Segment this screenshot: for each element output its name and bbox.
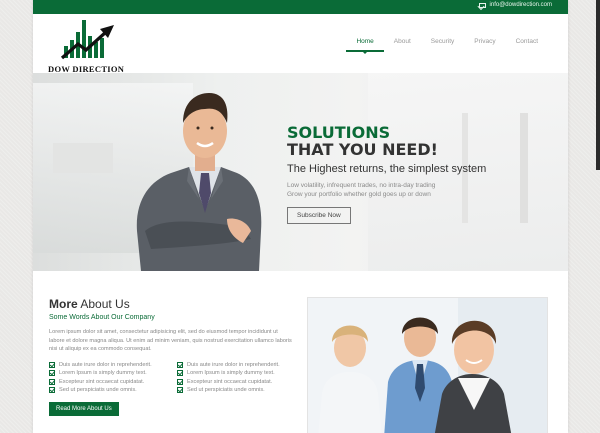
read-more-button[interactable]: Read More About Us bbox=[49, 402, 119, 416]
list-item-text: Lorem Ipsum is simply dummy text. bbox=[187, 370, 275, 376]
nav-contact[interactable]: Contact bbox=[506, 38, 548, 58]
nav-about[interactable]: About bbox=[384, 38, 421, 58]
checkbox-icon bbox=[177, 361, 183, 368]
businessman-photo bbox=[136, 93, 262, 271]
nav-privacy[interactable]: Privacy bbox=[464, 38, 505, 58]
header: DOW DIRECTION Home About Security Privac… bbox=[33, 14, 568, 74]
list-item: Excepteur sint occaecat cupidatat. bbox=[177, 378, 297, 385]
feature-checklist: Duis aute irure dolor in reprehenderit. … bbox=[49, 361, 297, 393]
team-photo bbox=[307, 297, 548, 433]
list-item: Duis aute irure dolor in reprehenderit. bbox=[49, 361, 177, 368]
list-item: Excepteur sint occaecat cupidatat. bbox=[49, 378, 177, 385]
checkbox-icon bbox=[49, 387, 55, 393]
list-item-text: Duis aute irure dolor in reprehenderit. bbox=[187, 361, 280, 368]
hero-text: SOLUTIONS THAT YOU NEED! The Highest ret… bbox=[287, 125, 557, 224]
checkbox-icon bbox=[49, 370, 55, 376]
email-text: info@dowdirection.com bbox=[489, 2, 552, 8]
list-item-text: Sed ut perspiciatis unde omnis. bbox=[187, 387, 265, 393]
checkbox-icon bbox=[49, 361, 55, 368]
list-item: Lorem Ipsum is simply dummy text. bbox=[177, 370, 297, 376]
envelope-icon bbox=[478, 2, 486, 8]
about-title-bold: More bbox=[49, 297, 78, 311]
email-link[interactable]: info@dowdirection.com bbox=[478, 2, 552, 8]
nav-security[interactable]: Security bbox=[421, 38, 464, 58]
nav-home[interactable]: Home bbox=[346, 38, 385, 58]
hero-subtitle: The Highest returns, the simplest system bbox=[287, 163, 487, 175]
scrollbar[interactable] bbox=[596, 0, 600, 170]
checkbox-icon bbox=[177, 370, 183, 376]
about-subtitle: Some Words About Our Company bbox=[49, 314, 155, 321]
about-title: More About Us bbox=[49, 297, 294, 311]
checkbox-icon bbox=[177, 378, 183, 385]
website: info@dowdirection.com DOW DIRECTION Home… bbox=[33, 0, 568, 433]
about-content: More About Us Some Words About Our Compa… bbox=[49, 297, 294, 416]
list-item-text: Excepteur sint occaecat cupidatat. bbox=[187, 378, 273, 385]
subscribe-button[interactable]: Subscribe Now bbox=[287, 207, 351, 224]
hero-heading-dark: THAT YOU NEED! bbox=[287, 140, 438, 159]
about-section: More About Us Some Words About Our Compa… bbox=[33, 271, 568, 433]
hero-bg-blur bbox=[53, 143, 113, 173]
team-photo-image bbox=[308, 298, 547, 433]
checkbox-icon bbox=[49, 378, 55, 385]
list-item-text: Lorem Ipsum is simply dummy text. bbox=[59, 370, 147, 376]
hero-heading-green: SOLUTIONS bbox=[287, 123, 391, 142]
logo-chart-icon bbox=[60, 20, 114, 60]
logo[interactable]: DOW DIRECTION bbox=[48, 18, 133, 74]
hero-banner: SOLUTIONS THAT YOU NEED! The Highest ret… bbox=[33, 73, 568, 271]
hero-description: Grow your portfolio whether gold goes up… bbox=[287, 191, 431, 198]
list-item: Duis aute irure dolor in reprehenderit. bbox=[177, 361, 297, 368]
about-body: Lorem ipsum dolor sit amet, consectetur … bbox=[49, 329, 292, 352]
main-nav: Home About Security Privacy Contact bbox=[346, 38, 548, 58]
hero-description: Low volatility, infrequent trades, no in… bbox=[287, 182, 436, 189]
list-item-text: Duis aute irure dolor in reprehenderit. bbox=[59, 361, 152, 368]
list-item-text: Sed ut perspiciatis unde omnis. bbox=[59, 387, 137, 393]
list-item: Lorem Ipsum is simply dummy text. bbox=[49, 370, 177, 376]
top-bar: info@dowdirection.com bbox=[33, 0, 568, 14]
list-item: Sed ut perspiciatis unde omnis. bbox=[49, 387, 177, 393]
checkbox-icon bbox=[177, 387, 183, 393]
list-item: Sed ut perspiciatis unde omnis. bbox=[177, 387, 297, 393]
list-item-text: Excepteur sint occaecat cupidatat. bbox=[59, 378, 145, 385]
about-title-rest: About Us bbox=[80, 297, 130, 311]
